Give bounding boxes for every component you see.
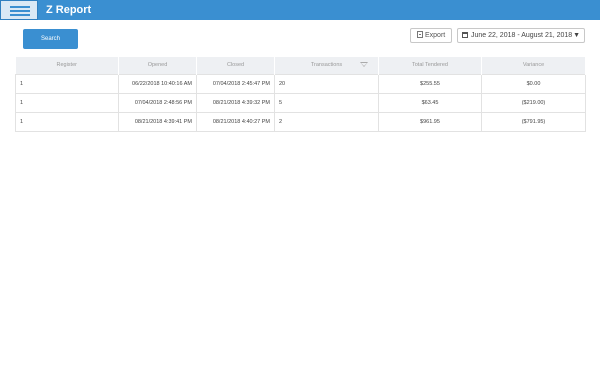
hamburger-menu-button[interactable] [0, 0, 38, 20]
variance-cell: ($791.95) [481, 112, 586, 132]
table-row[interactable]: 1 07/04/2018 2:48:56 PM 08/21/2018 4:39:… [15, 93, 586, 113]
column-header-variance[interactable]: Variance [481, 57, 586, 74]
top-bar: Z Report [0, 0, 600, 20]
transactions-cell: 5 [274, 93, 379, 113]
date-range-label: June 22, 2018 - August 21, 2018 [471, 32, 573, 39]
date-range-picker[interactable]: June 22, 2018 - August 21, 2018 ▼ [457, 28, 585, 43]
register-cell: 1 [15, 112, 119, 132]
register-cell: 1 [15, 73, 119, 94]
variance-cell: $0.00 [481, 73, 586, 94]
chevron-down-icon: ▼ [573, 32, 580, 39]
total-tendered-cell: $961.95 [378, 112, 482, 132]
calendar-icon [462, 32, 468, 38]
total-tendered-cell: $255.55 [378, 73, 482, 94]
opened-cell: 07/04/2018 2:48:56 PM [118, 93, 197, 113]
export-label: Export [425, 32, 446, 39]
column-header-closed[interactable]: Closed [196, 57, 275, 74]
page-title: Z Report [46, 4, 92, 16]
closed-cell: 08/21/2018 4:39:32 PM [196, 93, 275, 113]
transactions-cell: 2 [274, 112, 379, 132]
closed-cell: 08/21/2018 4:40:27 PM [196, 112, 275, 132]
export-button[interactable]: Export [410, 28, 452, 43]
column-header-opened[interactable]: Opened [118, 57, 197, 74]
column-header-transactions[interactable]: Transactions [274, 57, 379, 74]
register-cell: 1 [15, 93, 119, 113]
z-report-table: Register Opened Closed Transactions Tota… [15, 57, 586, 132]
transactions-header-label: Transactions [310, 62, 343, 69]
column-header-total-tendered[interactable]: Total Tendered [378, 57, 482, 74]
opened-cell: 08/21/2018 4:39:41 PM [118, 112, 197, 132]
table-row[interactable]: 1 06/22/2018 10:40:16 AM 07/04/2018 2:45… [15, 73, 586, 94]
search-button[interactable]: Search [23, 29, 78, 49]
hamburger-icon [10, 6, 30, 8]
variance-cell: ($219.00) [481, 93, 586, 113]
document-icon [417, 31, 423, 38]
closed-cell: 07/04/2018 2:45:47 PM [196, 73, 275, 94]
column-header-register[interactable]: Register [15, 57, 119, 74]
opened-cell: 06/22/2018 10:40:16 AM [118, 73, 197, 94]
total-tendered-cell: $63.45 [378, 93, 482, 113]
table-header-row: Register Opened Closed Transactions Tota… [15, 57, 586, 74]
filter-icon[interactable] [360, 62, 368, 67]
table-row[interactable]: 1 08/21/2018 4:39:41 PM 08/21/2018 4:40:… [15, 112, 586, 132]
transactions-cell: 20 [274, 73, 379, 94]
